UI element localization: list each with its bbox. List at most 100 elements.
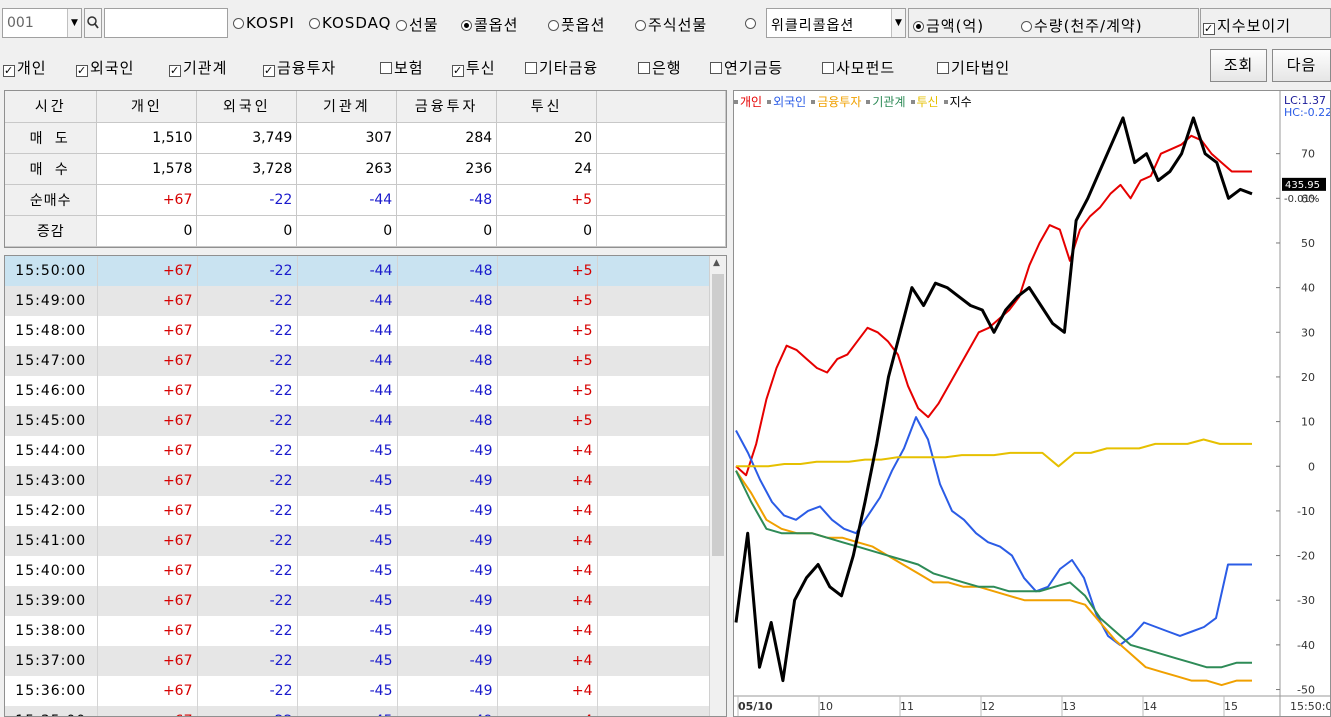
filter-institution[interactable]: ✓ 기관계	[169, 57, 227, 78]
market-radio-kosdaq[interactable]: KOSDAQ	[309, 14, 391, 32]
filter-insurance[interactable]: 보험	[380, 57, 424, 78]
value-cell: -22	[197, 256, 298, 286]
scroll-up-arrow-icon[interactable]: ▲	[713, 258, 720, 268]
summary-cell: 0	[96, 215, 198, 247]
table-row[interactable]: 15:49:00 +67 -22 -44 -48 +5	[5, 286, 710, 316]
value-cell: -45	[297, 616, 398, 646]
empty-cell	[597, 406, 710, 436]
value-cell: +67	[97, 526, 198, 556]
table-row[interactable]: 15:36:00 +67 -22 -45 -49 +4	[5, 676, 710, 706]
table-row[interactable]: 15:38:00 +67 -22 -45 -49 +4	[5, 616, 710, 646]
filter-financial-investment[interactable]: ✓ 금융투자	[263, 57, 336, 78]
search-button[interactable]	[84, 8, 102, 38]
chevron-down-icon[interactable]: ▼	[891, 9, 905, 37]
query-button[interactable]: 조회	[1210, 49, 1267, 82]
toolbar: 001 ▼ KOSPI KOSDAQ 선물 콜옵션 풋옵션 주식선물 위클리콜옵…	[0, 0, 1331, 46]
table-row[interactable]: 15:44:00 +67 -22 -45 -49 +4	[5, 436, 710, 466]
filter-foreign[interactable]: ✓ 외국인	[76, 57, 134, 78]
table-row[interactable]: 15:43:00 +67 -22 -45 -49 +4	[5, 466, 710, 496]
name-field[interactable]	[104, 8, 228, 38]
filter-bank[interactable]: 은행	[638, 57, 682, 78]
scroll-thumb[interactable]	[712, 274, 724, 556]
value-cell: -22	[197, 316, 298, 346]
checkbox-checked-icon: ✓	[263, 64, 275, 77]
option-type-combo[interactable]: 위클리콜옵션 ▼	[766, 8, 906, 38]
value-cell: +5	[497, 406, 598, 436]
market-radio-futures[interactable]: 선물	[396, 14, 439, 35]
value-cell: +4	[497, 496, 598, 526]
table-row[interactable]: 15:46:00 +67 -22 -44 -48 +5	[5, 376, 710, 406]
value-cell: -48	[397, 346, 498, 376]
value-cell: -49	[397, 646, 498, 676]
x-tick-label: 15	[1224, 700, 1238, 713]
time-cell: 15:49:00	[5, 286, 98, 316]
table-row[interactable]: 15:48:00 +67 -22 -44 -48 +5	[5, 316, 710, 346]
market-radio-kospi[interactable]: KOSPI	[233, 14, 295, 32]
vertical-scrollbar[interactable]: ▲	[709, 256, 726, 716]
empty-cell	[597, 646, 710, 676]
value-cell: -22	[197, 616, 298, 646]
show-index-checkbox[interactable]: ✓ 지수보이기	[1203, 15, 1291, 36]
market-label: KOSPI	[246, 14, 295, 32]
table-row[interactable]: 15:35:00+67-22-45-49+4	[5, 706, 710, 716]
filter-label: 연기금등	[724, 59, 784, 77]
unit-radio-quantity[interactable]: 수량(천주/계약)	[1021, 15, 1143, 36]
value-cell: +4	[497, 466, 598, 496]
filter-individual[interactable]: ✓ 개인	[3, 57, 47, 78]
market-radio-put[interactable]: 풋옵션	[548, 14, 605, 35]
chart-panel[interactable]: 개인 외국인 금융투자 기관계 투신 지수 70 60 50 40 30 20 10 0 -10 -20 -3…	[733, 90, 1331, 717]
filter-private-fund[interactable]: 사모펀드	[822, 57, 895, 78]
value-cell: -49	[397, 526, 498, 556]
market-label: 주식선물	[648, 16, 708, 34]
market-radio-call[interactable]: 콜옵션	[461, 14, 518, 35]
unit-radio-amount[interactable]: 금액(억)	[913, 15, 984, 36]
checkbox-icon	[822, 62, 834, 74]
value-cell: +5	[497, 346, 598, 376]
summary-row-net: 순매수 +67 -22 -44 -48 +5	[5, 184, 726, 216]
filter-label: 투신	[466, 59, 496, 77]
filter-label: 기타법인	[951, 59, 1011, 77]
value-cell: +67	[97, 436, 198, 466]
market-radio-stock-futures[interactable]: 주식선물	[635, 14, 707, 35]
value-cell: -48	[397, 406, 498, 436]
detail-grid: 15:50:00 +67 -22 -44 -48 +5 15:49:00 +67 -22 -44-…	[5, 256, 710, 716]
filter-other-finance[interactable]: 기타금융	[525, 57, 598, 78]
empty-cell	[597, 256, 710, 286]
market-radio-weekly[interactable]	[745, 14, 758, 32]
filter-investment-trust[interactable]: ✓ 투신	[452, 57, 496, 78]
value-cell: -45	[297, 646, 398, 676]
table-row[interactable]: 15:41:00 +67 -22 -45 -49 +4	[5, 526, 710, 556]
time-cell: 15:37:00	[5, 646, 98, 676]
empty-cell	[597, 376, 710, 406]
checkbox-icon	[710, 62, 722, 74]
next-button[interactable]: 다음	[1272, 49, 1331, 82]
series-line	[736, 438, 1252, 468]
summary-cell: 263	[296, 153, 398, 185]
table-row[interactable]: 15:50:00 +67 -22 -44 -48 +5	[5, 256, 710, 286]
summary-cell	[596, 184, 726, 216]
y-tick-label: -50	[1297, 684, 1315, 697]
summary-header-cell: 기관계	[296, 91, 398, 123]
value-cell: -45	[297, 466, 398, 496]
table-row[interactable]: 15:39:00 +67 -22 -45 -49 +4	[5, 586, 710, 616]
time-cell: 15:42:00	[5, 496, 98, 526]
code-combo[interactable]: 001 ▼	[2, 8, 82, 38]
value-cell: -48	[397, 286, 498, 316]
chevron-down-icon[interactable]: ▼	[67, 9, 81, 37]
detail-list[interactable]: 15:50:00 +67 -22 -44 -48 +5 15:49:00 +67 -22 -44-…	[4, 255, 727, 717]
table-row[interactable]: 15:47:00 +67 -22 -44 -48 +5	[5, 346, 710, 376]
market-label: 선물	[409, 16, 439, 34]
current-pct-text: -0.01%	[1284, 194, 1319, 205]
summary-row-label: 매 도	[5, 122, 98, 154]
summary-cell: 0	[496, 215, 598, 247]
summary-cell: -22	[196, 184, 298, 216]
table-row[interactable]: 15:37:00 +67 -22 -45 -49 +4	[5, 646, 710, 676]
filter-pension[interactable]: 연기금등	[710, 57, 783, 78]
y-tick-label: 30	[1301, 326, 1315, 339]
table-row[interactable]: 15:42:00 +67 -22 -45 -49 +4	[5, 496, 710, 526]
x-tick-label: 11	[900, 700, 914, 713]
table-row[interactable]: 15:40:00 +67 -22 -45 -49 +4	[5, 556, 710, 586]
table-row[interactable]: 15:45:00 +67 -22 -44 -48 +5	[5, 406, 710, 436]
filter-other-corp[interactable]: 기타법인	[937, 57, 1010, 78]
value-cell: +5	[497, 316, 598, 346]
